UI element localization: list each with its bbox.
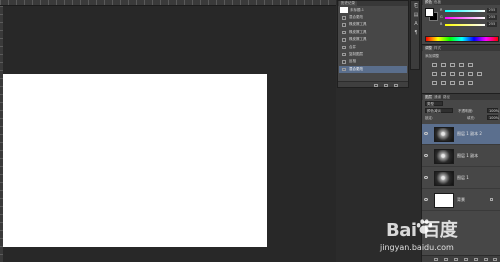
red-slider[interactable]: R 255 [440, 8, 500, 13]
visibility-eye-icon[interactable] [424, 132, 428, 135]
layer-thumbnail [434, 171, 454, 186]
history-state-icon [342, 30, 346, 35]
lock-label: 锁定: [425, 116, 434, 120]
panel-dock-strip: ⎗ ▤ A ¶ [410, 0, 420, 70]
layer-thumbnail [434, 193, 454, 208]
history-footer [338, 81, 408, 87]
history-item[interactable]: 合并 [339, 44, 407, 51]
hue-saturation-icon[interactable] [432, 72, 437, 76]
lock-row: 锁定: 填充: 100% [425, 115, 499, 121]
layer-name: 图层 1 [457, 175, 469, 180]
posterize-icon[interactable] [441, 81, 446, 85]
visibility-eye-icon[interactable] [424, 198, 428, 201]
add-adjustment-label: 添加调整 [425, 54, 439, 58]
trash-icon[interactable] [394, 83, 398, 87]
baidu-watermark: Bai 百度 jingyan.baidu.com [380, 216, 498, 260]
fill-field[interactable]: 100% [487, 115, 499, 120]
layer-row[interactable]: 图层 1 [422, 168, 500, 189]
fill-label: 填充: [467, 116, 476, 120]
history-item[interactable]: 橡皮擦工具 [339, 29, 407, 36]
visibility-eye-icon[interactable] [424, 176, 428, 179]
color-balance-icon[interactable] [441, 72, 446, 76]
layer-name: 图层 1 副本 [457, 153, 479, 158]
camera-snapshot-icon[interactable] [384, 83, 388, 87]
history-item[interactable]: 橡皮擦工具 [339, 21, 407, 28]
watermark-url: jingyan.baidu.com [380, 243, 454, 252]
threshold-icon[interactable] [450, 81, 455, 85]
history-state-icon [342, 38, 346, 42]
blue-slider[interactable]: B 255 [440, 22, 500, 27]
brightness-icon[interactable] [432, 63, 437, 67]
history-item[interactable]: 反相 [339, 58, 407, 65]
levels-icon[interactable] [441, 63, 446, 67]
blend-row: 颜色减淡 不透明度: 100% [425, 108, 499, 114]
green-value-field[interactable]: 255 [487, 15, 497, 20]
history-item[interactable]: 橡皮擦工具 [339, 36, 407, 43]
history-item-active[interactable]: 混合更改 [339, 65, 407, 74]
layer-row[interactable]: 图层 1 副本 2 [422, 124, 500, 145]
blue-value-field[interactable]: 255 [487, 22, 497, 27]
adjustments-panel: 调整 样式 添加调整 [422, 46, 500, 94]
layer-row[interactable]: 背景 [422, 190, 500, 211]
layers-tab-bar: 图层 通道 路径 [422, 95, 500, 100]
channel-mixer-icon[interactable] [468, 72, 473, 76]
exposure-icon[interactable] [459, 63, 464, 67]
color-spectrum-bar[interactable] [425, 36, 499, 42]
history-list: 混合更改 橡皮擦工具 橡皮擦工具 橡皮擦工具 合并 复制图层 反相 混合更改 [339, 14, 407, 74]
color-lookup-icon[interactable] [477, 72, 482, 76]
red-value-field[interactable]: 255 [487, 8, 497, 13]
history-state-icon [342, 16, 346, 20]
properties-icon[interactable]: ▤ [413, 13, 419, 18]
history-state-icon [342, 23, 346, 27]
paragraph-icon[interactable]: ¶ [413, 31, 419, 36]
tab-swatches[interactable]: 色板 [432, 0, 443, 5]
tab-history[interactable]: 历史记录 [339, 1, 357, 6]
black-white-icon[interactable] [450, 72, 455, 76]
foreground-color-swatch[interactable] [425, 8, 434, 17]
layer-kind-select[interactable]: 类型 [425, 101, 443, 106]
history-item[interactable]: 复制图层 [339, 51, 407, 58]
history-panel-icon[interactable]: ⎗ [413, 4, 419, 9]
history-state-icon [342, 67, 346, 72]
color-panel: 颜色 色板 R 255 G 255 B 255 [422, 0, 500, 45]
photo-filter-icon[interactable] [459, 72, 464, 76]
selective-color-icon[interactable] [468, 81, 473, 85]
new-document-icon[interactable] [374, 83, 378, 87]
green-slider[interactable]: G 255 [440, 15, 500, 20]
visibility-eye-icon[interactable] [424, 154, 428, 157]
history-tab-bar: 历史记录 [338, 1, 408, 6]
history-state-icon [342, 52, 346, 57]
history-state-icon [342, 60, 346, 64]
character-icon[interactable]: A [413, 22, 419, 27]
history-panel: 历史记录 未标题-1 混合更改 橡皮擦工具 橡皮擦工具 橡皮擦工具 合并 复制图… [337, 0, 409, 88]
layer-thumbnail [434, 127, 454, 142]
gradient-map-icon[interactable] [459, 81, 464, 85]
opacity-field[interactable]: 100% [487, 108, 499, 113]
layer-name: 图层 1 副本 2 [457, 131, 482, 136]
tab-styles[interactable]: 样式 [432, 46, 443, 51]
snapshot-thumbnail [340, 7, 348, 13]
history-snapshot[interactable]: 未标题-1 [340, 7, 406, 13]
curves-icon[interactable] [450, 63, 455, 67]
history-item[interactable]: 混合更改 [339, 14, 407, 21]
baidu-paw-icon [416, 219, 433, 234]
history-state-icon [342, 45, 346, 50]
tab-paths[interactable]: 路径 [441, 95, 452, 100]
layer-name: 背景 [457, 197, 465, 202]
blend-mode-select[interactable]: 颜色减淡 [425, 108, 453, 113]
layer-filter-row: 类型 [425, 101, 499, 107]
document-canvas[interactable] [3, 74, 267, 247]
vibrance-icon[interactable] [468, 63, 473, 67]
opacity-label: 不透明度: [458, 109, 474, 113]
lock-icon [490, 198, 493, 201]
snapshot-label: 未标题-1 [350, 8, 364, 12]
layer-thumbnail [434, 149, 454, 164]
color-tab-bar: 颜色 色板 [422, 0, 500, 5]
invert-icon[interactable] [432, 81, 437, 85]
adjustments-tab-bar: 调整 样式 [422, 46, 500, 51]
layer-row[interactable]: 图层 1 副本 [422, 146, 500, 167]
